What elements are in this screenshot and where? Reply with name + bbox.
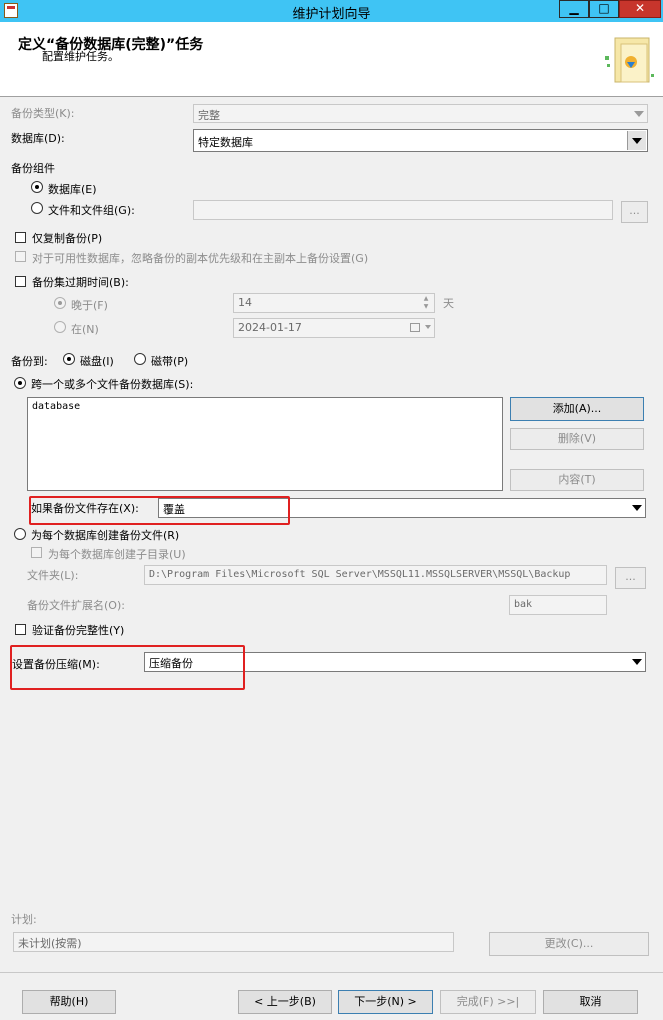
folder-label: 文件夹(L): bbox=[27, 569, 79, 582]
subdir-checkbox[interactable] bbox=[31, 547, 42, 558]
cancel-button[interactable]: 取消 bbox=[543, 990, 638, 1014]
calendar-icon[interactable] bbox=[410, 323, 420, 332]
backup-type-label: 备份类型(K): bbox=[11, 107, 75, 120]
list-item[interactable]: database bbox=[32, 401, 498, 412]
copy-only-checkbox[interactable] bbox=[15, 232, 26, 243]
backup-to-label: 备份到: bbox=[11, 355, 48, 368]
backup-component-label: 备份组件 bbox=[11, 162, 55, 175]
minimize-button[interactable]: ▁ bbox=[559, 0, 589, 18]
expire-date-value: 2024-01-17 bbox=[238, 321, 302, 334]
across-files-label: 跨一个或多个文件备份数据库(S): bbox=[31, 378, 194, 391]
ag-priority-label: 对于可用性数据库，忽略备份的副本优先级和在主副本上备份设置(G) bbox=[32, 252, 369, 265]
maximize-button[interactable]: □ bbox=[589, 0, 619, 18]
verify-checkbox[interactable] bbox=[15, 624, 26, 635]
expire-date-picker[interactable]: 2024-01-17 bbox=[233, 318, 435, 338]
expire-after-label: 晚于(F) bbox=[71, 299, 108, 312]
database-select[interactable]: 特定数据库 bbox=[193, 129, 648, 152]
expire-on-label: 在(N) bbox=[71, 323, 99, 336]
folder-input[interactable]: D:\Program Files\Microsoft SQL Server\MS… bbox=[144, 565, 607, 585]
database-radio[interactable] bbox=[31, 181, 43, 193]
disk-radio-label: 磁盘(I) bbox=[80, 355, 114, 368]
database-label: 数据库(D): bbox=[11, 132, 65, 145]
expire-days-stepper[interactable]: 14 ▲ ▼ bbox=[233, 293, 435, 313]
chevron-down-icon bbox=[632, 137, 642, 144]
dropdown-button[interactable] bbox=[627, 131, 646, 150]
ext-label: 备份文件扩展名(O): bbox=[27, 599, 125, 612]
files-radio-label: 文件和文件组(G): bbox=[48, 204, 135, 217]
highlight-box bbox=[10, 645, 245, 690]
verify-label: 验证备份完整性(Y) bbox=[32, 624, 125, 637]
files-radio[interactable] bbox=[31, 202, 43, 214]
expire-days-value: 14 bbox=[238, 296, 252, 309]
tape-radio[interactable] bbox=[134, 353, 146, 365]
schedule-input[interactable]: 未计划(按需) bbox=[13, 932, 454, 952]
per-db-radio[interactable] bbox=[14, 528, 26, 540]
chevron-down-icon bbox=[634, 110, 644, 117]
subdir-label: 为每个数据库创建子目录(U) bbox=[48, 548, 186, 561]
footer-divider bbox=[0, 972, 663, 973]
change-schedule-button[interactable]: 更改(C)... bbox=[489, 932, 649, 956]
backup-type-select[interactable]: 完整 bbox=[193, 104, 648, 123]
chevron-down-icon bbox=[632, 505, 642, 511]
files-browse-button[interactable]: ... bbox=[621, 201, 648, 223]
ext-input[interactable]: bak bbox=[509, 595, 607, 615]
wizard-icon bbox=[605, 37, 654, 83]
help-button[interactable]: 帮助(H) bbox=[22, 990, 116, 1014]
back-button[interactable]: < 上一步(B) bbox=[238, 990, 332, 1014]
expire-after-radio[interactable] bbox=[54, 297, 66, 309]
across-files-radio[interactable] bbox=[14, 377, 26, 389]
close-button[interactable]: ✕ bbox=[619, 0, 661, 18]
copy-only-label: 仅复制备份(P) bbox=[32, 232, 103, 245]
chevron-down-icon bbox=[632, 659, 642, 665]
database-value: 特定数据库 bbox=[198, 136, 253, 149]
backup-type-value: 完整 bbox=[198, 109, 220, 122]
disk-radio[interactable] bbox=[63, 353, 75, 365]
days-label: 天 bbox=[443, 297, 454, 310]
ag-priority-checkbox[interactable] bbox=[15, 251, 26, 262]
expire-on-radio[interactable] bbox=[54, 321, 66, 333]
schedule-label: 计划: bbox=[11, 913, 37, 926]
chevron-down-icon bbox=[425, 325, 431, 329]
backup-files-list[interactable]: database bbox=[27, 397, 503, 491]
highlight-box bbox=[29, 496, 290, 525]
tape-radio-label: 磁带(P) bbox=[151, 355, 189, 368]
per-db-label: 为每个数据库创建备份文件(R) bbox=[31, 529, 180, 542]
add-button[interactable]: 添加(A)... bbox=[510, 397, 644, 421]
files-input[interactable] bbox=[193, 200, 613, 220]
folder-browse-button[interactable]: ... bbox=[615, 567, 646, 589]
database-radio-label: 数据库(E) bbox=[48, 183, 97, 196]
remove-button[interactable]: 删除(V) bbox=[510, 428, 644, 450]
stepper-up-icon[interactable]: ▲ bbox=[419, 295, 433, 303]
expire-label: 备份集过期时间(B): bbox=[32, 276, 129, 289]
page-subtitle: 配置维护任务。 bbox=[42, 50, 119, 63]
expire-checkbox[interactable] bbox=[15, 276, 26, 287]
next-button[interactable]: 下一步(N) > bbox=[338, 990, 433, 1014]
contents-button[interactable]: 内容(T) bbox=[510, 469, 644, 491]
finish-button[interactable]: 完成(F) >>| bbox=[440, 990, 536, 1014]
stepper-down-icon[interactable]: ▼ bbox=[419, 303, 433, 311]
